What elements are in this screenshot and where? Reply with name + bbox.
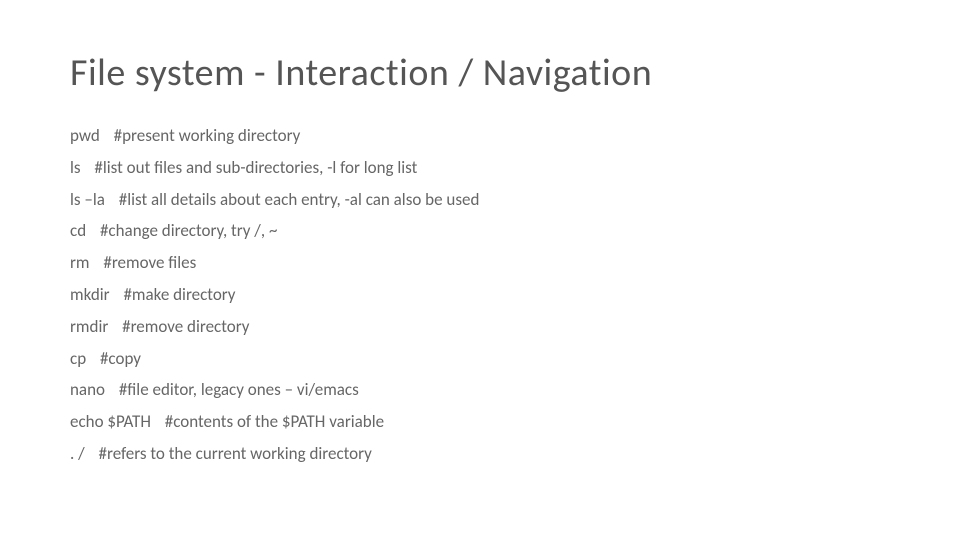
command-line: rm #remove files xyxy=(70,251,890,275)
command-line: ls #list out files and sub-directories, … xyxy=(70,156,890,180)
command-name: echo $PATH xyxy=(70,411,151,432)
command-comment: #file editor, legacy ones – vi/emacs xyxy=(119,379,359,400)
command-line: . / #refers to the current working direc… xyxy=(70,442,890,466)
command-name: mkdir xyxy=(70,284,110,305)
command-name: nano xyxy=(70,379,105,400)
command-comment: #make directory xyxy=(123,284,235,305)
command-comment: #present working directory xyxy=(114,125,301,146)
command-name: cd xyxy=(70,220,86,241)
command-comment: #remove directory xyxy=(122,316,249,337)
command-name: pwd xyxy=(70,125,100,146)
command-line: cd #change directory, try /, ~ xyxy=(70,219,890,243)
command-name: . / xyxy=(70,443,85,464)
command-comment: #change directory, try /, ~ xyxy=(100,220,277,241)
command-line: rmdir #remove directory xyxy=(70,315,890,339)
command-name: rm xyxy=(70,252,90,273)
command-name: ls xyxy=(70,157,81,178)
command-comment: #remove files xyxy=(103,252,196,273)
command-name: ls –la xyxy=(70,189,105,210)
command-line: echo $PATH #contents of the $PATH variab… xyxy=(70,410,890,434)
command-line: mkdir #make directory xyxy=(70,283,890,307)
command-name: cp xyxy=(70,348,86,369)
command-comment: #copy xyxy=(100,348,141,369)
command-name: rmdir xyxy=(70,316,108,337)
command-line: pwd #present working directory xyxy=(70,124,890,148)
command-line: cp #copy xyxy=(70,347,890,371)
command-comment: #refers to the current working directory xyxy=(99,443,372,464)
command-line: ls –la #list all details about each entr… xyxy=(70,188,890,212)
page-title: File system - Interaction / Navigation xyxy=(70,50,890,96)
command-list: pwd #present working directory ls #list … xyxy=(70,124,890,466)
command-comment: #list all details about each entry, -al … xyxy=(119,189,480,210)
command-line: nano #file editor, legacy ones – vi/emac… xyxy=(70,378,890,402)
command-comment: #list out files and sub-directories, -l … xyxy=(94,157,417,178)
command-comment: #contents of the $PATH variable xyxy=(165,411,384,432)
